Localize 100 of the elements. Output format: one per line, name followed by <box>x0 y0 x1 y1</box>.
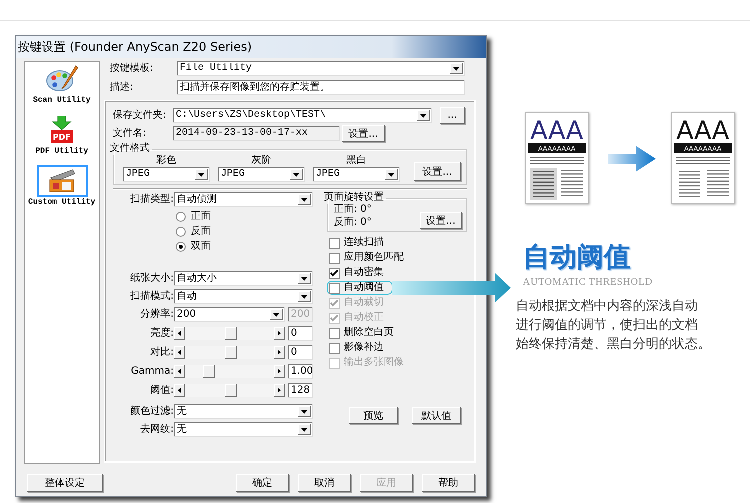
slider-thumb[interactable] <box>225 346 238 359</box>
button[interactable]: 确定 <box>236 474 289 492</box>
button[interactable]: 整体设定 <box>27 474 103 492</box>
sidebar-label[interactable]: PDF Utility <box>34 146 90 158</box>
checkbox-label: 输出多张图像 <box>344 357 404 369</box>
checkbox[interactable] <box>329 238 340 248</box>
readout-field[interactable]: 128 <box>288 383 313 398</box>
caret-icon <box>195 169 208 180</box>
checkbox[interactable] <box>329 268 340 278</box>
slider-thumb[interactable] <box>225 384 238 397</box>
dropdown[interactable]: C:\Users\ZS\Desktop\TEST\ <box>173 108 432 123</box>
settings-button[interactable]: 设置... <box>342 125 385 142</box>
caret-icon <box>270 309 283 320</box>
format-label: 灰阶 <box>252 155 272 167</box>
field-label: 文件名: <box>113 128 148 140</box>
field-label: Gamma: <box>130 366 174 378</box>
dropdown[interactable]: 自动侦测 <box>174 192 313 207</box>
scroll-left-button[interactable] <box>174 384 185 397</box>
checkbox-label: 自动裁切 <box>344 297 384 309</box>
readout-field[interactable]: 0 <box>288 345 313 360</box>
palette-icon <box>44 64 79 94</box>
left-arrow-icon <box>178 331 181 336</box>
dropdown[interactable]: 自动大小 <box>174 271 313 286</box>
dropdown[interactable]: 自动 <box>174 289 313 304</box>
readout-field[interactable]: 1.00 <box>288 364 313 379</box>
checkbox-label: 影像补边 <box>344 342 384 354</box>
settings-button[interactable]: 设置... <box>420 212 462 229</box>
dropdown[interactable]: JPEG <box>123 167 210 182</box>
field-label: 按键模板: <box>110 62 154 74</box>
scroll-right-button[interactable] <box>274 365 285 378</box>
caret-icon <box>298 424 311 435</box>
button[interactable]: 预览 <box>349 407 398 424</box>
browse-button[interactable]: ... <box>440 107 465 124</box>
button[interactable]: 取消 <box>298 474 351 492</box>
readout-field: 200 <box>288 307 313 322</box>
group-label: 页面旋转设置 <box>323 192 385 204</box>
left-arrow-icon <box>178 350 181 355</box>
button[interactable]: 帮助 <box>422 474 475 492</box>
checkbox-label: 自动密集 <box>344 267 384 279</box>
scroll-left-button[interactable] <box>174 327 185 340</box>
checkbox-label: 应用颜色匹配 <box>344 252 404 264</box>
field-label: 亮度: <box>150 328 174 340</box>
field-label: 扫描模式: <box>130 290 174 302</box>
scroll-left-button[interactable] <box>174 365 185 378</box>
left-arrow-icon <box>178 388 181 393</box>
button[interactable]: 默认值 <box>412 407 461 424</box>
caret-icon <box>290 169 303 180</box>
checkbox[interactable] <box>329 342 340 354</box>
heading-label: AAA <box>530 116 584 145</box>
dropdown[interactable]: 无 <box>174 404 313 419</box>
radio-label: 正面 <box>191 211 211 223</box>
dropdown[interactable]: 无 <box>174 422 313 437</box>
slider-thumb[interactable] <box>202 365 215 378</box>
caret-icon <box>298 273 311 284</box>
checkbox[interactable] <box>329 252 340 264</box>
field-label: 去网纹: <box>140 424 174 436</box>
checkbox-label: 自动阈值 <box>344 282 384 294</box>
dropdown[interactable]: File Utility <box>177 61 465 76</box>
description-field[interactable]: 扫描并保存图像到您的存贮装置。 <box>177 80 465 95</box>
arrow-icon <box>608 146 656 172</box>
caret-icon <box>298 194 311 205</box>
checkbox[interactable] <box>329 328 340 338</box>
field-label: 描述: <box>110 82 134 94</box>
checkbox-label: 自动校正 <box>344 312 384 324</box>
slider-thumb[interactable] <box>225 327 238 340</box>
format-label: 彩色 <box>156 155 176 167</box>
rotation-text: 正面: 0° <box>334 204 372 216</box>
scroll-right-button[interactable] <box>274 346 285 359</box>
scroll-right-button[interactable] <box>274 327 285 340</box>
slider-track[interactable] <box>174 327 285 340</box>
description-line: 进行阈值的调节，使扫出的文档 <box>516 317 699 335</box>
sidebar-label[interactable]: Scan Utility <box>32 95 92 107</box>
caret-icon <box>298 406 311 417</box>
field-label: 纸张大小: <box>130 272 174 284</box>
slider-track[interactable] <box>174 384 285 397</box>
left-arrow-icon <box>178 369 181 374</box>
dropdown[interactable]: JPEG <box>218 167 305 182</box>
slider-track[interactable] <box>174 346 285 359</box>
sidebar-label[interactable]: Custom Utility <box>27 197 97 209</box>
radio-button[interactable] <box>176 242 186 252</box>
field-label: 阈值: <box>150 384 174 396</box>
radio-label: 反面 <box>191 226 211 238</box>
caret-icon <box>417 110 430 121</box>
format-label: 黑白 <box>346 155 366 167</box>
checkbox[interactable] <box>329 282 340 294</box>
heading-label: AAA <box>676 116 730 145</box>
dropdown[interactable]: JPEG <box>313 167 400 182</box>
settings-button[interactable]: 设置... <box>414 162 461 181</box>
scroll-right-button[interactable] <box>274 384 285 397</box>
machine-icon <box>47 168 77 194</box>
caret-icon <box>385 169 398 180</box>
group-label: 文件格式 <box>109 143 151 155</box>
scroll-left-button[interactable] <box>174 346 185 359</box>
slider-track[interactable] <box>174 365 285 378</box>
radio-button[interactable] <box>176 227 186 237</box>
radio-button[interactable] <box>176 212 186 222</box>
right-arrow-icon <box>278 350 281 355</box>
file-name-field[interactable]: 2014-09-23-13-00-17-xx <box>173 126 340 141</box>
rotation-text: 反面: 0° <box>334 217 372 229</box>
readout-field[interactable]: 0 <box>288 326 313 341</box>
